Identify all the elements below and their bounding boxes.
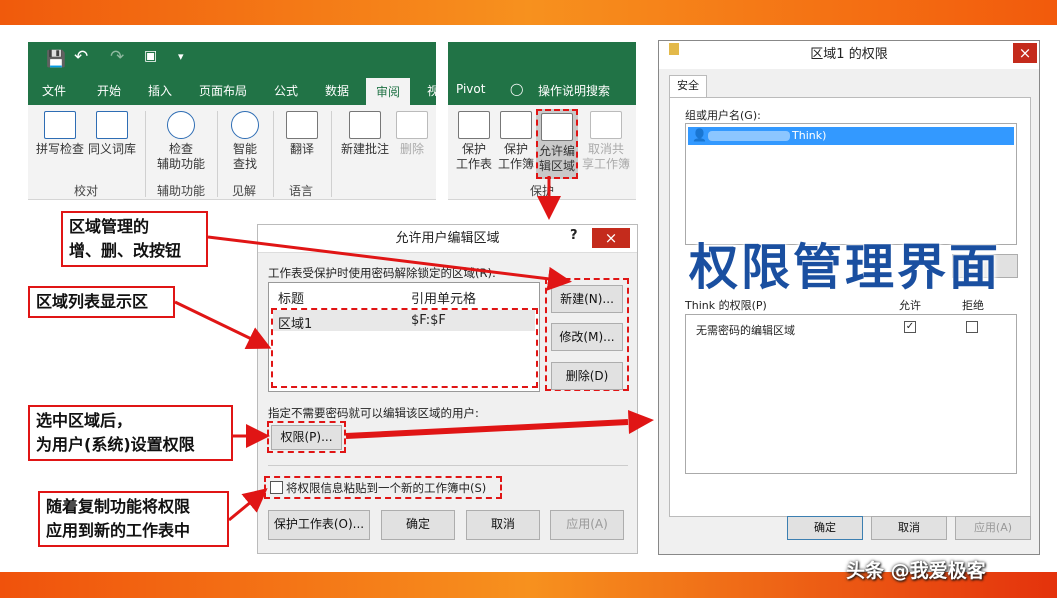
arrow-to-buttons <box>207 235 572 291</box>
footer-credit: 头条 @我爱极客 <box>846 560 986 582</box>
arrow-to-list <box>174 300 272 349</box>
arrow-to-paste <box>228 488 268 522</box>
arrow-to-perm-dialog <box>345 419 629 439</box>
annotation-arrows <box>174 176 654 522</box>
arrow-head <box>628 410 654 434</box>
